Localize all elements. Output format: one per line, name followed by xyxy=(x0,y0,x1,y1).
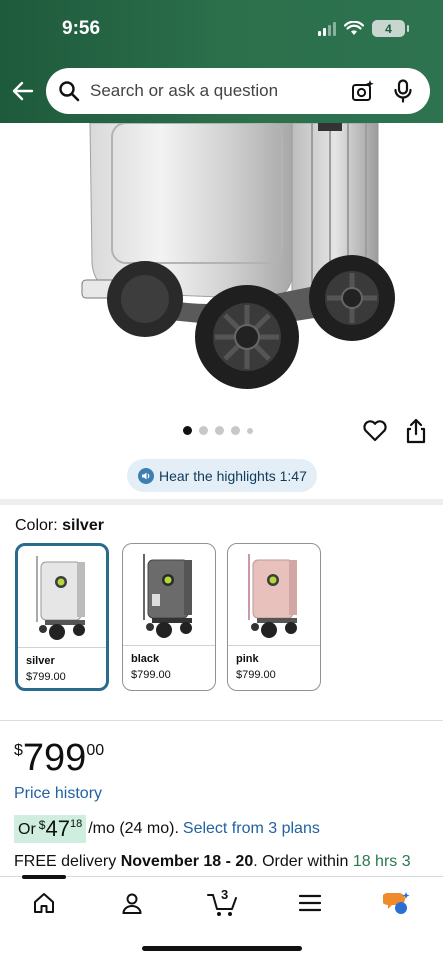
section-divider xyxy=(0,720,443,721)
price-history-link[interactable]: Price history xyxy=(14,785,102,803)
back-arrow-icon[interactable] xyxy=(10,78,36,104)
menu-icon[interactable] xyxy=(296,889,324,917)
share-icon[interactable] xyxy=(405,418,427,444)
delivery-info: FREE delivery November 18 - 20. Order wi… xyxy=(14,853,411,870)
color-label: Color: silver xyxy=(15,517,104,534)
hear-highlights-label: Hear the highlights 1:47 xyxy=(159,467,307,484)
header-bar: 9:56 4 xyxy=(0,0,443,123)
select-plans-link[interactable]: Select from 3 plans xyxy=(183,820,320,838)
search-icon xyxy=(56,78,82,104)
product-price: $ 799 00 xyxy=(14,737,105,779)
swatch-image xyxy=(123,544,215,646)
carousel-dot xyxy=(247,427,253,434)
color-swatch-silver[interactable]: silver $799.00 xyxy=(15,543,109,691)
status-icons: 4 xyxy=(318,20,409,37)
swatch-name: pink xyxy=(236,653,259,665)
rufus-assistant-icon[interactable] xyxy=(383,889,411,917)
status-time: 9:56 xyxy=(62,18,101,39)
search-input[interactable] xyxy=(90,81,350,101)
swatch-price: $799.00 xyxy=(236,669,276,681)
swatch-name: black xyxy=(131,653,160,665)
active-tab-indicator xyxy=(22,875,66,879)
product-image[interactable] xyxy=(0,123,443,400)
swatch-image xyxy=(18,546,106,648)
swatch-price: $799.00 xyxy=(26,671,66,683)
wifi-icon xyxy=(344,21,364,35)
cart-icon[interactable]: 3 xyxy=(206,887,240,917)
carousel-dot xyxy=(199,426,208,435)
carousel-dot xyxy=(231,426,240,435)
swatch-price: $799.00 xyxy=(131,669,171,681)
monthly-amount-highlight: Or $ 47 18 xyxy=(14,815,87,843)
microphone-icon[interactable] xyxy=(390,78,416,104)
cart-count: 3 xyxy=(221,887,229,902)
signal-icon xyxy=(318,21,336,36)
battery-indicator: 4 xyxy=(372,20,409,37)
account-icon[interactable] xyxy=(118,889,146,917)
home-indicator xyxy=(142,946,302,951)
carousel-dot xyxy=(215,426,224,435)
search-bar[interactable] xyxy=(46,68,430,114)
carousel-dot-active xyxy=(183,426,192,435)
section-divider xyxy=(0,499,443,505)
camera-search-icon[interactable] xyxy=(350,78,376,104)
carousel-dots xyxy=(183,426,253,435)
swatch-image xyxy=(228,544,320,646)
selected-color: silver xyxy=(62,517,104,534)
monthly-payment: Or $ 47 18 /mo (24 mo). Select from 3 pl… xyxy=(14,815,320,843)
color-swatch-pink[interactable]: pink $799.00 xyxy=(227,543,321,691)
audio-play-icon xyxy=(138,467,154,484)
color-swatch-black[interactable]: black $799.00 xyxy=(122,543,216,691)
hear-highlights-button[interactable]: Hear the highlights 1:47 xyxy=(127,459,317,492)
swatch-name: silver xyxy=(26,655,55,667)
home-icon[interactable] xyxy=(30,889,58,917)
heart-icon[interactable] xyxy=(362,418,388,444)
